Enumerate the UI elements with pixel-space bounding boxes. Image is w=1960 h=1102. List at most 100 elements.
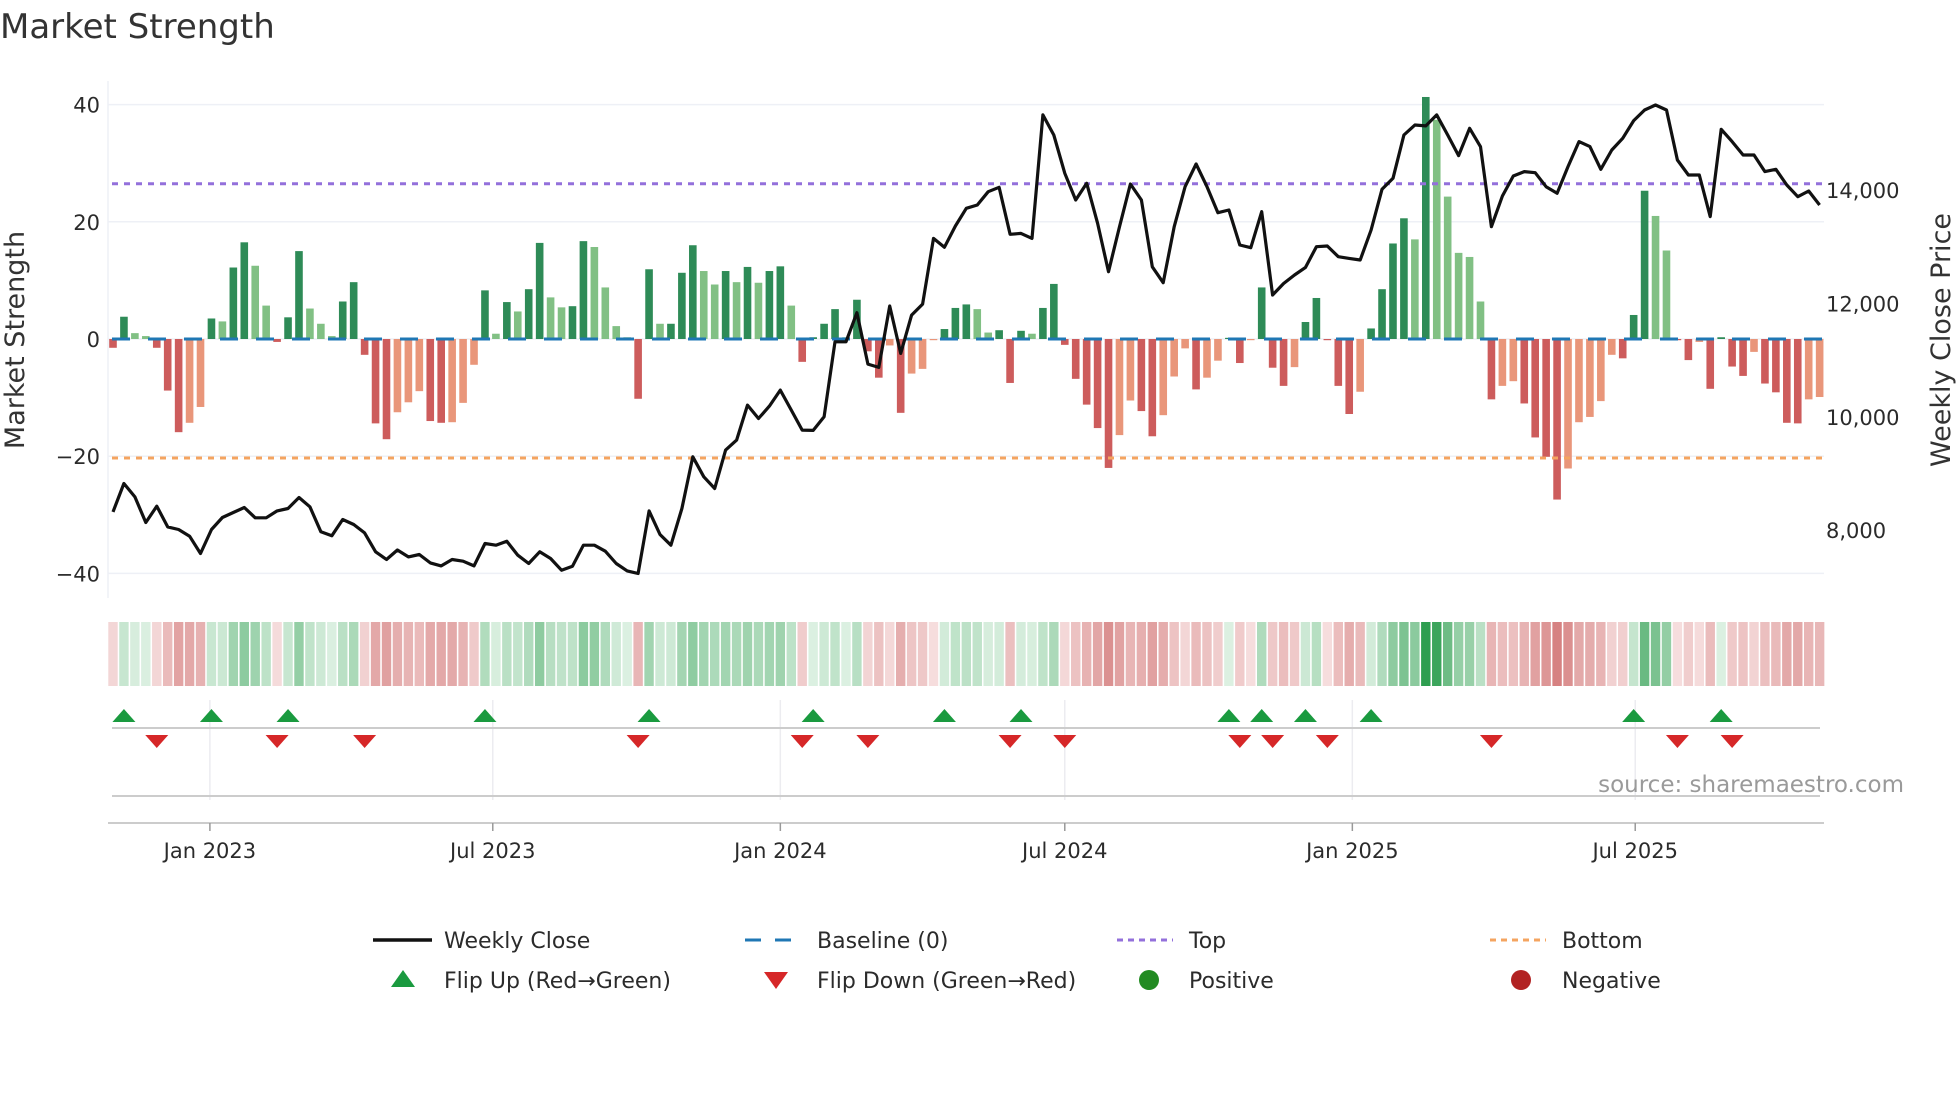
legend-item-bottom[interactable]: Bottom — [1490, 929, 1643, 954]
heatmap-cell — [885, 622, 895, 686]
strength-bar — [699, 271, 708, 339]
strength-bar — [1400, 218, 1408, 339]
heatmap-cell — [1804, 622, 1814, 686]
heatmap-cell — [294, 622, 304, 686]
heatmap-cell — [447, 622, 457, 686]
circle-icon — [1139, 970, 1159, 990]
strength-bar — [1717, 337, 1725, 339]
heatmap-cell — [1114, 622, 1125, 686]
legend-label: Top — [1188, 929, 1226, 954]
strength-bar — [492, 333, 500, 339]
heatmap-cell — [655, 622, 665, 686]
x-tick-label: Jul 2024 — [1020, 839, 1107, 863]
strength-bar — [393, 339, 402, 413]
strength-bar — [1104, 339, 1113, 468]
flip-up-marker — [932, 709, 956, 722]
heatmap-cell — [1793, 622, 1803, 686]
strength-bar — [317, 323, 325, 339]
heatmap-cell — [141, 622, 151, 686]
flip-up-marker — [801, 709, 825, 722]
heatmap-cell — [797, 622, 807, 686]
strength-bar — [1137, 339, 1146, 412]
y-axis-title: Market Strength — [0, 231, 31, 449]
heatmap-cell — [206, 622, 217, 686]
heatmap-cell — [1180, 622, 1190, 686]
strength-bar — [918, 339, 927, 369]
market-strength-chart: Market Strength 40 20 0 −20 −40 14,000 12,000 1… — [0, 7, 1957, 994]
strength-bar — [470, 339, 478, 365]
heatmap-cell — [556, 622, 567, 686]
strength-bar — [1071, 339, 1080, 379]
strength-bar — [1126, 339, 1135, 401]
heatmap-cell — [622, 622, 632, 686]
heatmap-cell — [1005, 622, 1015, 686]
heatmap-cell — [305, 622, 315, 686]
heatmap-cell — [1464, 622, 1475, 686]
legend-item-negative[interactable]: Negative — [1511, 969, 1661, 994]
legend-item-positive[interactable]: Positive — [1139, 969, 1274, 994]
heatmap-cell — [644, 622, 654, 686]
heatmap-cell — [119, 622, 129, 686]
heatmap-cell — [250, 622, 260, 686]
legend-item-top[interactable]: Top — [1117, 929, 1226, 954]
heatmap-cell — [1782, 622, 1792, 686]
heatmap-cell — [1574, 622, 1584, 686]
legend-item-flip-down[interactable]: Flip Down (Green→Red) — [764, 969, 1076, 994]
strength-bar — [1520, 339, 1529, 404]
x-tick-label: Jan 2024 — [732, 839, 827, 863]
strength-bar — [787, 305, 796, 339]
heatmap-cell — [720, 622, 731, 686]
heatmap-cell — [1410, 622, 1420, 686]
strength-bar — [1597, 339, 1605, 402]
legend-item-flip-up[interactable]: Flip Up (Red→Green) — [391, 969, 671, 994]
heatmap-cell — [1191, 622, 1201, 686]
heatmap-cell — [502, 622, 512, 686]
heatmap-cell — [589, 622, 600, 686]
heatmap-cell — [1289, 622, 1300, 686]
heatmap-cell — [710, 622, 720, 686]
strength-bar — [174, 339, 183, 433]
heatmap-cell — [808, 622, 818, 686]
heatmap-cell — [852, 622, 862, 686]
y2-tick-label: 10,000 — [1826, 406, 1899, 430]
strength-bar — [1739, 339, 1747, 376]
heatmap-cell — [436, 622, 446, 686]
flip-markers-panel — [112, 700, 1820, 800]
flip-down-marker — [1261, 735, 1285, 748]
strength-bar — [579, 241, 588, 339]
strength-bar — [1148, 339, 1157, 437]
heatmap-cell — [108, 622, 118, 686]
strength-bar — [1192, 339, 1200, 390]
legend-label: Weekly Close — [444, 929, 590, 954]
strength-bar — [1170, 339, 1178, 377]
heatmap-cell — [688, 622, 698, 686]
flip-down-marker — [790, 735, 814, 748]
strength-bar — [415, 339, 424, 392]
chart-title: Market Strength — [0, 7, 275, 47]
legend-item-weekly-close[interactable]: Weekly Close — [373, 929, 590, 954]
heatmap-cell — [1322, 622, 1333, 686]
legend-item-baseline[interactable]: Baseline (0) — [745, 929, 948, 954]
heatmap-cell — [1453, 622, 1464, 686]
strength-bar — [1575, 339, 1583, 423]
strength-bar — [1356, 339, 1364, 392]
flip-down-marker — [856, 735, 880, 748]
strength-bar — [1772, 339, 1780, 393]
strength-bar — [962, 304, 971, 339]
strength-bar — [995, 330, 1003, 339]
strength-bar — [645, 269, 653, 339]
heatmap-cell — [173, 622, 184, 686]
strength-bar — [1728, 339, 1736, 367]
triangle-down-icon — [764, 972, 788, 989]
heatmap-cell — [1705, 622, 1715, 686]
heatmap-cell — [261, 622, 271, 686]
strength-bar — [360, 339, 369, 355]
heatmap-cell — [742, 622, 753, 686]
x-tick-label: Jul 2023 — [448, 839, 535, 863]
heatmap-cell — [1136, 622, 1147, 686]
y2-tick-label: 8,000 — [1826, 519, 1886, 543]
heatmap-cell — [1081, 622, 1092, 686]
strength-bar — [185, 339, 194, 423]
heatmap-cell — [1300, 622, 1311, 686]
heatmap-cell — [195, 622, 206, 686]
